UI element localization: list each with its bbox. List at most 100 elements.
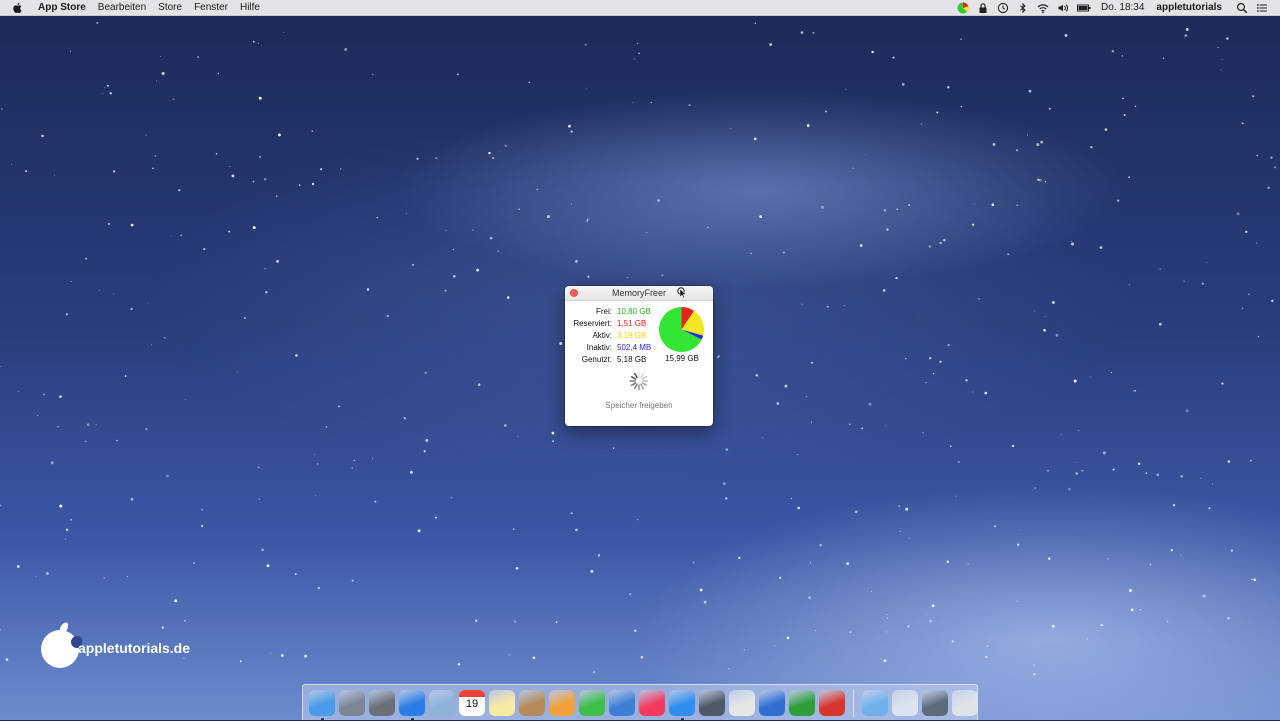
star: [1250, 459, 1252, 462]
dock-image-capture-icon[interactable]: [729, 689, 755, 716]
dock-finder-icon[interactable]: [309, 689, 335, 721]
dock-trash-icon[interactable]: [952, 689, 978, 716]
star: [776, 402, 780, 405]
dock-preview-icon[interactable]: [429, 689, 455, 716]
menu-user[interactable]: appletutorials: [1150, 0, 1228, 15]
star: [1027, 134, 1028, 136]
notification-center-icon[interactable]: [1256, 2, 1268, 14]
spotlight-search-icon[interactable]: [1236, 2, 1248, 14]
dock-launchpad-icon[interactable]: [339, 689, 365, 716]
menu-hilfe[interactable]: Hilfe: [234, 0, 266, 15]
star: [812, 31, 815, 34]
spinner-spoke: [640, 372, 645, 379]
watermark: appletutorials.de: [40, 620, 190, 670]
star: [172, 98, 175, 101]
star: [555, 621, 558, 624]
star: [992, 143, 996, 146]
star: [351, 579, 354, 582]
star: [926, 614, 928, 616]
star: [991, 203, 995, 206]
star: [416, 157, 419, 160]
star: [1253, 578, 1257, 582]
star: [1245, 230, 1248, 233]
star: [728, 668, 730, 670]
close-button[interactable]: [570, 289, 578, 297]
dock-itunes-icon[interactable]: [639, 689, 665, 716]
dock-notes-icon[interactable]: [489, 689, 515, 716]
star: [1052, 301, 1055, 304]
battery-icon[interactable]: [1077, 2, 1091, 14]
star: [972, 223, 975, 226]
star: [901, 83, 905, 86]
star: [784, 384, 788, 388]
dock-numbers-icon[interactable]: [579, 689, 605, 716]
star: [646, 232, 648, 234]
star: [922, 432, 924, 434]
dock-keynote-icon[interactable]: [609, 689, 635, 716]
star: [1226, 37, 1229, 40]
memory-stats: Frei: 10,80 GB Reserviert: 1,51 GB Aktiv…: [565, 306, 657, 366]
star: [612, 447, 615, 449]
menu-store[interactable]: Store: [152, 0, 188, 15]
star: [154, 155, 157, 157]
stat-value-aktiv: 3,19 GB: [617, 331, 647, 340]
dock-documents-folder-icon[interactable]: [892, 689, 918, 716]
menu-bearbeiten[interactable]: Bearbeiten: [92, 0, 152, 15]
star: [931, 604, 935, 608]
dock-calendar-icon[interactable]: 19: [459, 689, 485, 716]
total-memory: 15,99 GB: [665, 354, 699, 363]
star: [409, 470, 413, 474]
time-machine-icon[interactable]: [997, 2, 1009, 14]
dock-applications-folder-icon[interactable]: [862, 689, 888, 716]
star: [1139, 609, 1142, 611]
spinner-spoke: [641, 375, 648, 380]
star: [160, 56, 161, 57]
dock-photo-booth-icon[interactable]: [699, 689, 725, 716]
star: [1112, 468, 1115, 471]
free-memory-button[interactable]: Speicher freigeben: [585, 400, 693, 412]
star: [265, 291, 268, 294]
star: [762, 437, 764, 439]
star: [852, 167, 854, 169]
dock-app-store-icon[interactable]: [669, 689, 695, 721]
dock-system-preferences-icon[interactable]: [369, 689, 395, 716]
star: [46, 572, 49, 575]
dock-downloads-folder-icon[interactable]: [922, 689, 948, 716]
volume-icon[interactable]: [1057, 2, 1069, 14]
spinner-spoke: [630, 375, 637, 380]
star: [882, 289, 886, 292]
bluetooth-icon[interactable]: [1017, 2, 1029, 14]
star: [96, 22, 99, 25]
wifi-icon[interactable]: [1037, 2, 1049, 14]
lock-icon[interactable]: [977, 2, 989, 14]
star: [637, 52, 640, 55]
star: [477, 383, 481, 386]
menu-fenster[interactable]: Fenster: [188, 0, 234, 15]
dock-powerpoint-icon[interactable]: [819, 689, 845, 716]
stat-row-aktiv: Aktiv: 3,19 GB: [565, 330, 657, 342]
apple-menu-icon[interactable]: [12, 2, 24, 14]
dock-safari-icon[interactable]: [399, 689, 425, 721]
star: [107, 84, 109, 87]
star: [883, 659, 887, 663]
dock-contacts-icon[interactable]: [519, 689, 545, 716]
star: [1044, 180, 1047, 183]
star: [939, 241, 942, 245]
star: [1212, 483, 1214, 485]
star: [699, 588, 703, 592]
star: [955, 495, 957, 497]
star: [145, 134, 147, 136]
memory-pie-status-icon[interactable]: [957, 1, 969, 14]
star: [1121, 55, 1124, 57]
window-titlebar[interactable]: MemoryFreer: [565, 286, 713, 301]
star: [317, 463, 319, 465]
star: [1099, 246, 1103, 249]
menu-clock[interactable]: Do. 18:34: [1095, 0, 1150, 15]
star: [252, 180, 255, 183]
star: [1202, 594, 1206, 598]
dock-excel-icon[interactable]: [789, 689, 815, 716]
dock-pages-icon[interactable]: [549, 689, 575, 716]
dock-word-icon[interactable]: [759, 689, 785, 716]
running-indicator: [681, 717, 684, 721]
menu-app-name[interactable]: App Store: [32, 0, 92, 15]
